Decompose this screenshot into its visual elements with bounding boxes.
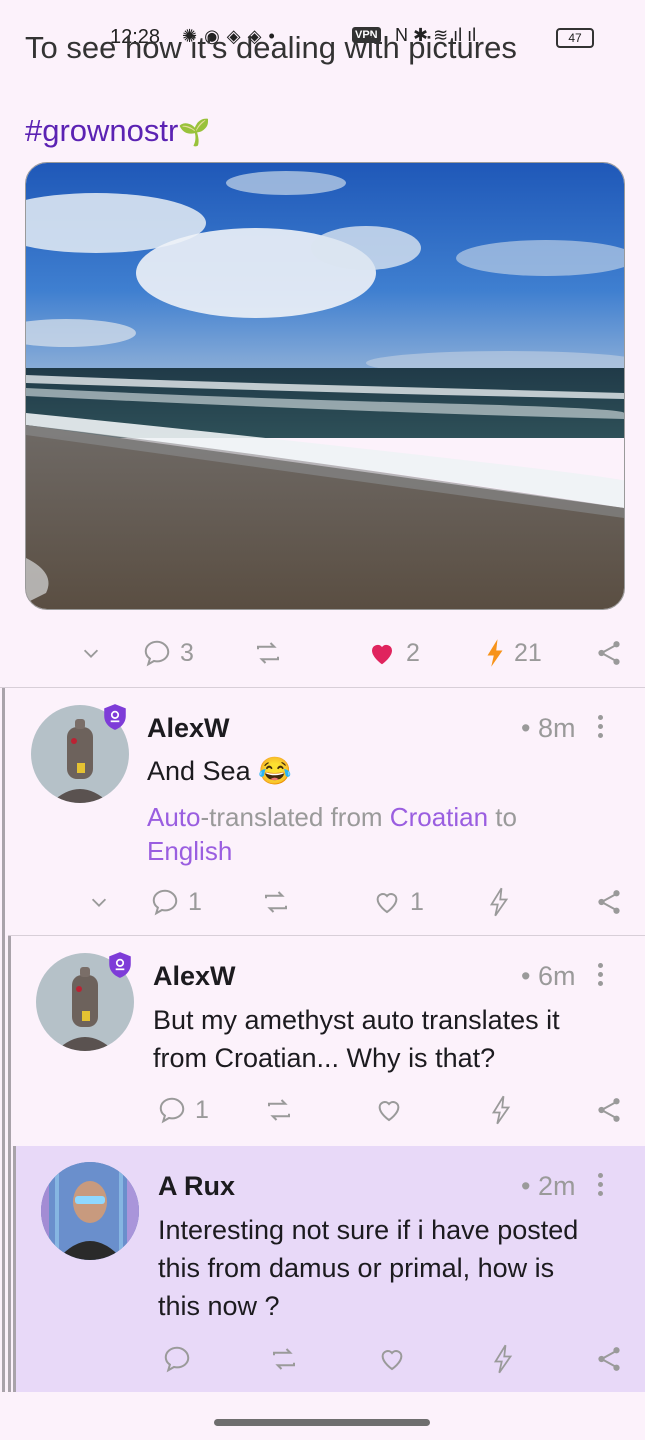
reply-content-line: from Croatian... Why is that? xyxy=(153,1043,496,1073)
verified-badge-icon xyxy=(104,704,126,730)
more-options-icon[interactable] xyxy=(598,963,604,990)
share-icon xyxy=(598,641,620,665)
reply-content: But my amethyst auto translates it from … xyxy=(153,1001,560,1077)
more-options-icon[interactable] xyxy=(598,715,604,742)
zap-button[interactable] xyxy=(493,1339,513,1379)
reply-content: And Sea 😂 xyxy=(147,756,292,786)
share-button[interactable] xyxy=(594,882,624,922)
like-button[interactable]: 1 xyxy=(372,882,424,922)
reply-button[interactable]: 1 xyxy=(150,882,202,922)
expand-button[interactable] xyxy=(80,633,102,673)
like-button[interactable] xyxy=(377,1339,407,1379)
heart-filled-icon xyxy=(372,644,392,665)
repost-button[interactable] xyxy=(268,1339,300,1379)
reply-button[interactable]: 1 xyxy=(157,1090,209,1130)
reply-count: 1 xyxy=(195,1095,209,1124)
translation-text: -translated from xyxy=(200,802,390,832)
repost-button[interactable] xyxy=(263,1090,295,1130)
home-indicator[interactable] xyxy=(214,1419,430,1426)
reply-count: 1 xyxy=(188,887,202,916)
reply-item[interactable]: AlexW • 8m And Sea 😂 Auto-translated fro… xyxy=(0,688,645,935)
hashtag-link[interactable]: #grownostr🌱 xyxy=(25,113,211,149)
chevron-down-icon xyxy=(91,898,107,907)
zap-amount: 21 xyxy=(514,638,542,667)
chevron-down-icon xyxy=(83,649,99,658)
battery-icon: 47 xyxy=(556,28,594,48)
like-button[interactable] xyxy=(374,1090,404,1130)
like-count: 2 xyxy=(406,638,420,667)
beach-photo xyxy=(26,163,624,609)
post-text: To see how it's dealing with pictures xyxy=(25,30,517,65)
share-button[interactable] xyxy=(594,1090,624,1130)
repost-icon xyxy=(265,891,287,913)
post-time: • 8m xyxy=(521,713,576,743)
source-language-link[interactable]: Croatian xyxy=(390,802,488,832)
heart-icon xyxy=(378,1101,400,1122)
comment-icon xyxy=(152,889,178,916)
profile-photo-avatar xyxy=(41,1162,139,1260)
reply-count: 3 xyxy=(180,638,194,667)
post-time: • 6m xyxy=(521,961,576,991)
reply-item[interactable]: A Rux • 2m Interesting not sure if i hav… xyxy=(0,1146,645,1392)
heart-icon xyxy=(381,1350,403,1371)
reply-button[interactable]: 3 xyxy=(142,633,194,673)
reply-button[interactable] xyxy=(162,1339,192,1379)
reply-content-line: this from damus or primal, how is xyxy=(158,1253,555,1283)
lightning-icon xyxy=(491,1095,511,1125)
comment-icon xyxy=(164,1346,190,1373)
author-name[interactable]: AlexW xyxy=(147,713,230,744)
repost-button[interactable] xyxy=(260,882,292,922)
sprout-icon: 🌱 xyxy=(178,117,211,147)
reply-content: Interesting not sure if i have posted th… xyxy=(158,1211,578,1325)
lightning-icon xyxy=(487,639,503,667)
more-options-icon[interactable] xyxy=(598,1173,604,1200)
translation-notice: Auto-translated from Croatian to English xyxy=(147,800,587,868)
zap-button[interactable] xyxy=(489,882,509,922)
reply-content-line: But my amethyst auto translates it xyxy=(153,1005,560,1035)
zap-button[interactable]: 21 xyxy=(484,633,542,673)
reply-content-line: this now ? xyxy=(158,1291,280,1321)
reply-actions: 1 xyxy=(0,1090,645,1130)
reply-actions xyxy=(0,1339,645,1379)
hashtag-text[interactable]: #grownostr xyxy=(25,113,178,148)
comment-icon xyxy=(159,1097,185,1124)
reply-item[interactable]: AlexW • 6m But my amethyst auto translat… xyxy=(0,936,645,1145)
repost-icon xyxy=(268,1099,290,1121)
heart-icon xyxy=(376,893,398,914)
comment-icon xyxy=(144,640,170,667)
share-button[interactable] xyxy=(594,633,624,673)
lightning-icon xyxy=(493,1344,513,1374)
avatar[interactable] xyxy=(41,1162,139,1260)
post-actions: 3 2 21 xyxy=(0,633,645,673)
auto-translate-link[interactable]: Auto xyxy=(147,802,201,832)
expand-button[interactable] xyxy=(88,882,110,922)
author-name[interactable]: AlexW xyxy=(153,961,236,992)
share-icon xyxy=(598,1098,620,1122)
lightning-icon xyxy=(489,887,509,917)
repost-button[interactable] xyxy=(252,633,284,673)
share-icon xyxy=(598,890,620,914)
verified-badge-icon xyxy=(109,952,131,978)
post-image[interactable] xyxy=(25,162,625,610)
share-button[interactable] xyxy=(594,1339,624,1379)
zap-button[interactable] xyxy=(491,1090,511,1130)
share-icon xyxy=(598,1347,620,1371)
reply-actions: 1 1 xyxy=(0,882,645,922)
target-language-link[interactable]: English xyxy=(147,836,232,866)
reply-content-line: Interesting not sure if i have posted xyxy=(158,1215,579,1245)
author-name[interactable]: A Rux xyxy=(158,1171,235,1202)
like-count: 1 xyxy=(410,887,424,916)
translation-to: to xyxy=(488,802,517,832)
repost-icon xyxy=(257,642,279,664)
post-time: • 2m xyxy=(521,1171,576,1201)
like-button[interactable]: 2 xyxy=(366,633,420,673)
repost-icon xyxy=(273,1348,295,1370)
